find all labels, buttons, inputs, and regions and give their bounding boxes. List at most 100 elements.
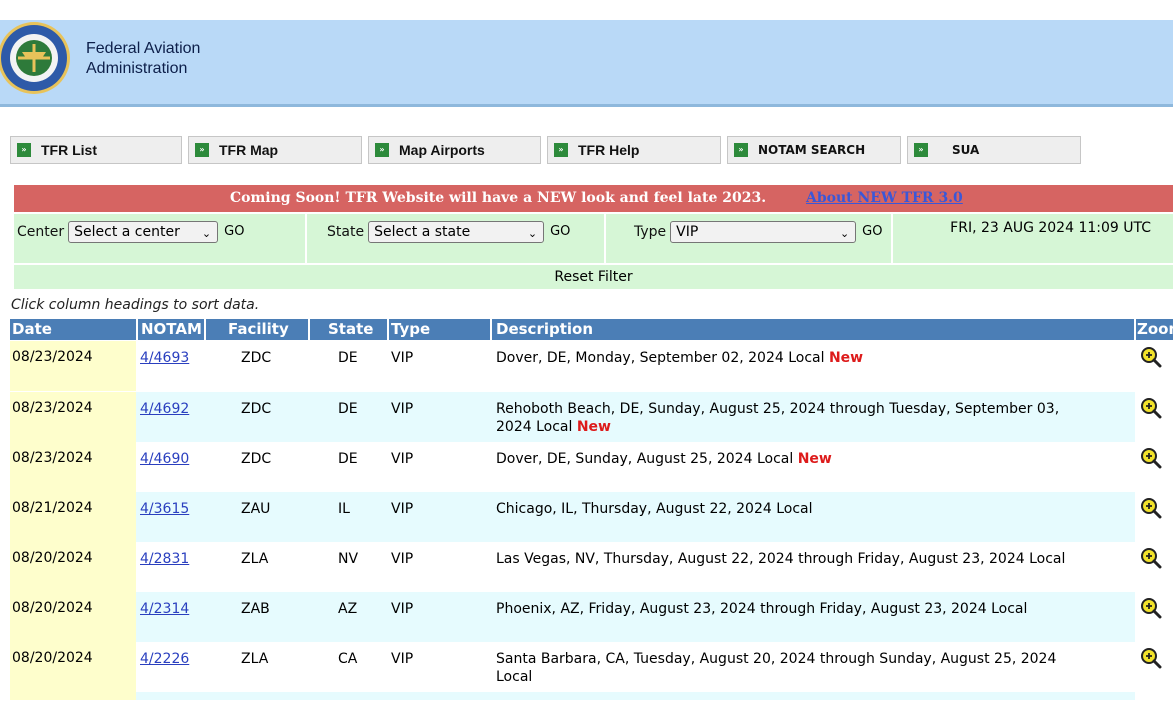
header-divider — [136, 319, 138, 340]
date-text: 08/23/2024 — [12, 349, 93, 365]
filter-bar: Center Select a center ⌄ GO State Select… — [14, 214, 1173, 263]
nav-sua-button[interactable]: » SUA — [907, 136, 1081, 164]
col-notam-header[interactable]: NOTAM — [141, 319, 202, 340]
double-arrow-icon: » — [734, 143, 748, 157]
facility-cell: ZDC — [241, 350, 272, 366]
type-label: Type — [634, 224, 667, 240]
facility-cell: ZAU — [241, 501, 271, 517]
notam-link[interactable]: 4/4690 — [140, 450, 189, 468]
date-text: 08/21/2024 — [12, 500, 93, 516]
description-line1: Chicago, IL, Thursday, August 22, 2024 L… — [496, 501, 813, 517]
zoom-in-magnifier-icon[interactable] — [1140, 497, 1162, 519]
description-line1: Santa Barbara, CA, Tuesday, August 20, 2… — [496, 651, 1057, 667]
col-zoom-header[interactable]: Zoom — [1137, 319, 1173, 340]
filter-divider — [604, 214, 606, 263]
facility-cell: ZDC — [241, 401, 272, 417]
reset-filter-button[interactable]: Reset Filter — [554, 269, 632, 285]
type-select[interactable]: VIP ⌄ — [670, 221, 857, 243]
date-cell: 08/23/2024 — [10, 341, 136, 391]
header-divider — [490, 319, 492, 340]
nav-tfr-help-button[interactable]: » TFR Help — [547, 136, 721, 164]
col-date-header[interactable]: Date — [12, 319, 52, 340]
type-go-button[interactable]: GO — [862, 221, 882, 243]
state-cell: NV — [338, 551, 359, 567]
center-go-button[interactable]: GO — [224, 221, 244, 243]
center-select[interactable]: Select a center ⌄ — [68, 221, 219, 243]
zoom-in-magnifier-icon[interactable] — [1140, 397, 1162, 419]
zoom-in-magnifier-icon[interactable] — [1140, 597, 1162, 619]
state-cell: IL — [338, 501, 350, 517]
date-text: 08/23/2024 — [12, 450, 93, 466]
date-cell: 08/23/2024 — [10, 442, 136, 492]
zoom-in-magnifier-icon[interactable] — [1140, 346, 1162, 368]
type-filter: Type VIP ⌄ GO — [634, 214, 882, 263]
notam-link[interactable]: 4/2314 — [140, 600, 189, 618]
double-arrow-icon: » — [17, 143, 31, 157]
date-cell: 08/21/2024 — [10, 492, 136, 542]
center-select-value: Select a center — [74, 224, 180, 240]
description-line1: Dover, DE, Sunday, August 25, 2024 Local — [496, 451, 794, 467]
state-cell: DE — [338, 401, 358, 417]
faa-seal-icon[interactable] — [0, 20, 72, 96]
description-line1: Dover, DE, Monday, September 02, 2024 Lo… — [496, 350, 825, 366]
description-cell: Santa Barbara, CA, Tuesday, August 20, 2… — [496, 650, 1056, 686]
center-label: Center — [17, 224, 65, 240]
nav-map-airports-button[interactable]: » Map Airports — [368, 136, 541, 164]
new-badge: New — [797, 451, 832, 467]
description-line1: Rehoboth Beach, DE, Sunday, August 25, 2… — [496, 401, 1060, 417]
nav-tfr-list-button[interactable]: » TFR List — [10, 136, 182, 164]
filter-divider — [305, 214, 307, 263]
date-cell: 08/20/2024 — [10, 592, 136, 642]
table-row: 08/20/2024 4/2226 ZLA CA VIP Santa Barba… — [10, 642, 1135, 692]
nav-tfr-map-button[interactable]: » TFR Map — [188, 136, 362, 164]
org-name: Federal Aviation Administration — [86, 39, 200, 79]
zoom-in-magnifier-icon[interactable] — [1140, 447, 1162, 469]
date-text: 08/20/2024 — [12, 650, 93, 666]
nav-label: TFR List — [41, 142, 97, 158]
col-state-header[interactable]: State — [328, 319, 373, 340]
notam-link[interactable]: 4/2226 — [140, 650, 189, 668]
notam-link[interactable]: 4/4692 — [140, 400, 189, 418]
description-cell: Dover, DE, Sunday, August 25, 2024 Local… — [496, 450, 832, 468]
table-row: 08/21/2024 4/3615 ZAU IL VIP Chicago, IL… — [10, 492, 1135, 542]
state-go-button[interactable]: GO — [550, 221, 570, 243]
notam-link[interactable]: 4/4693 — [140, 349, 189, 367]
table-row: 08/23/2024 4/4693 ZDC DE VIP Dover, DE, … — [10, 341, 1135, 391]
nav-label: TFR Help — [578, 142, 640, 158]
header-divider — [0, 104, 1173, 107]
col-facility-header[interactable]: Facility — [228, 319, 289, 340]
org-name-line1: Federal Aviation — [86, 40, 201, 57]
nav-label: SUA — [952, 143, 980, 157]
state-cell: DE — [338, 350, 358, 366]
col-type-header[interactable]: Type — [391, 319, 430, 340]
zoom-in-magnifier-icon[interactable] — [1140, 647, 1162, 669]
header-divider — [387, 319, 389, 340]
type-cell: VIP — [391, 350, 414, 366]
description-line1: Phoenix, AZ, Friday, August 23, 2024 thr… — [496, 601, 1028, 617]
nav-label: Map Airports — [399, 142, 485, 158]
zoom-in-magnifier-icon[interactable] — [1140, 547, 1162, 569]
double-arrow-icon: » — [914, 143, 928, 157]
about-new-tfr-link[interactable]: About NEW TFR 3.0 — [806, 185, 963, 212]
table-row-partial — [10, 692, 1135, 700]
state-cell: DE — [338, 451, 358, 467]
facility-cell: ZLA — [241, 551, 269, 567]
type-cell: VIP — [391, 451, 414, 467]
notam-link[interactable]: 4/3615 — [140, 500, 189, 518]
date-cell: 08/20/2024 — [10, 642, 136, 692]
table-row: 08/23/2024 4/4692 ZDC DE VIP Rehoboth Be… — [10, 392, 1135, 442]
date-cell: 08/23/2024 — [10, 392, 136, 442]
type-select-value: VIP — [676, 224, 699, 240]
chevron-down-icon: ⌄ — [839, 227, 850, 240]
description-cell: Phoenix, AZ, Friday, August 23, 2024 thr… — [496, 600, 1027, 618]
center-filter: Center Select a center ⌄ GO — [17, 214, 244, 263]
col-description-header[interactable]: Description — [496, 319, 593, 340]
nav-notam-search-button[interactable]: » NOTAM SEARCH — [727, 136, 901, 164]
header-divider — [204, 319, 206, 340]
state-select[interactable]: Select a state ⌄ — [368, 221, 545, 243]
filter-divider — [891, 214, 893, 263]
date-text: 08/20/2024 — [12, 600, 93, 616]
date-text: 08/23/2024 — [12, 400, 93, 416]
state-cell: CA — [338, 651, 358, 667]
notam-link[interactable]: 4/2831 — [140, 550, 189, 568]
